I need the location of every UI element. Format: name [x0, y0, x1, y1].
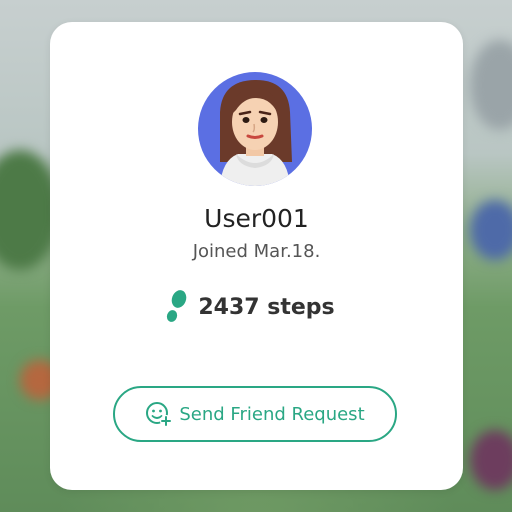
- steps-row: 2437 steps: [50, 290, 463, 324]
- username: User001: [204, 204, 309, 233]
- send-friend-request-label: Send Friend Request: [179, 403, 365, 425]
- avatar: [198, 72, 312, 186]
- profile-card: User001 Joined Mar.18. 2437 steps Send F…: [50, 22, 463, 490]
- step-count: 2437 steps: [198, 294, 335, 320]
- background-shape: [470, 430, 512, 490]
- background-shape: [470, 200, 512, 260]
- add-friend-icon: [146, 402, 173, 427]
- send-friend-request-button[interactable]: Send Friend Request: [113, 386, 397, 442]
- footprint-icon: [167, 290, 187, 322]
- mii-avatar-icon: [220, 80, 292, 186]
- joined-date: Joined Mar.18.: [192, 241, 321, 262]
